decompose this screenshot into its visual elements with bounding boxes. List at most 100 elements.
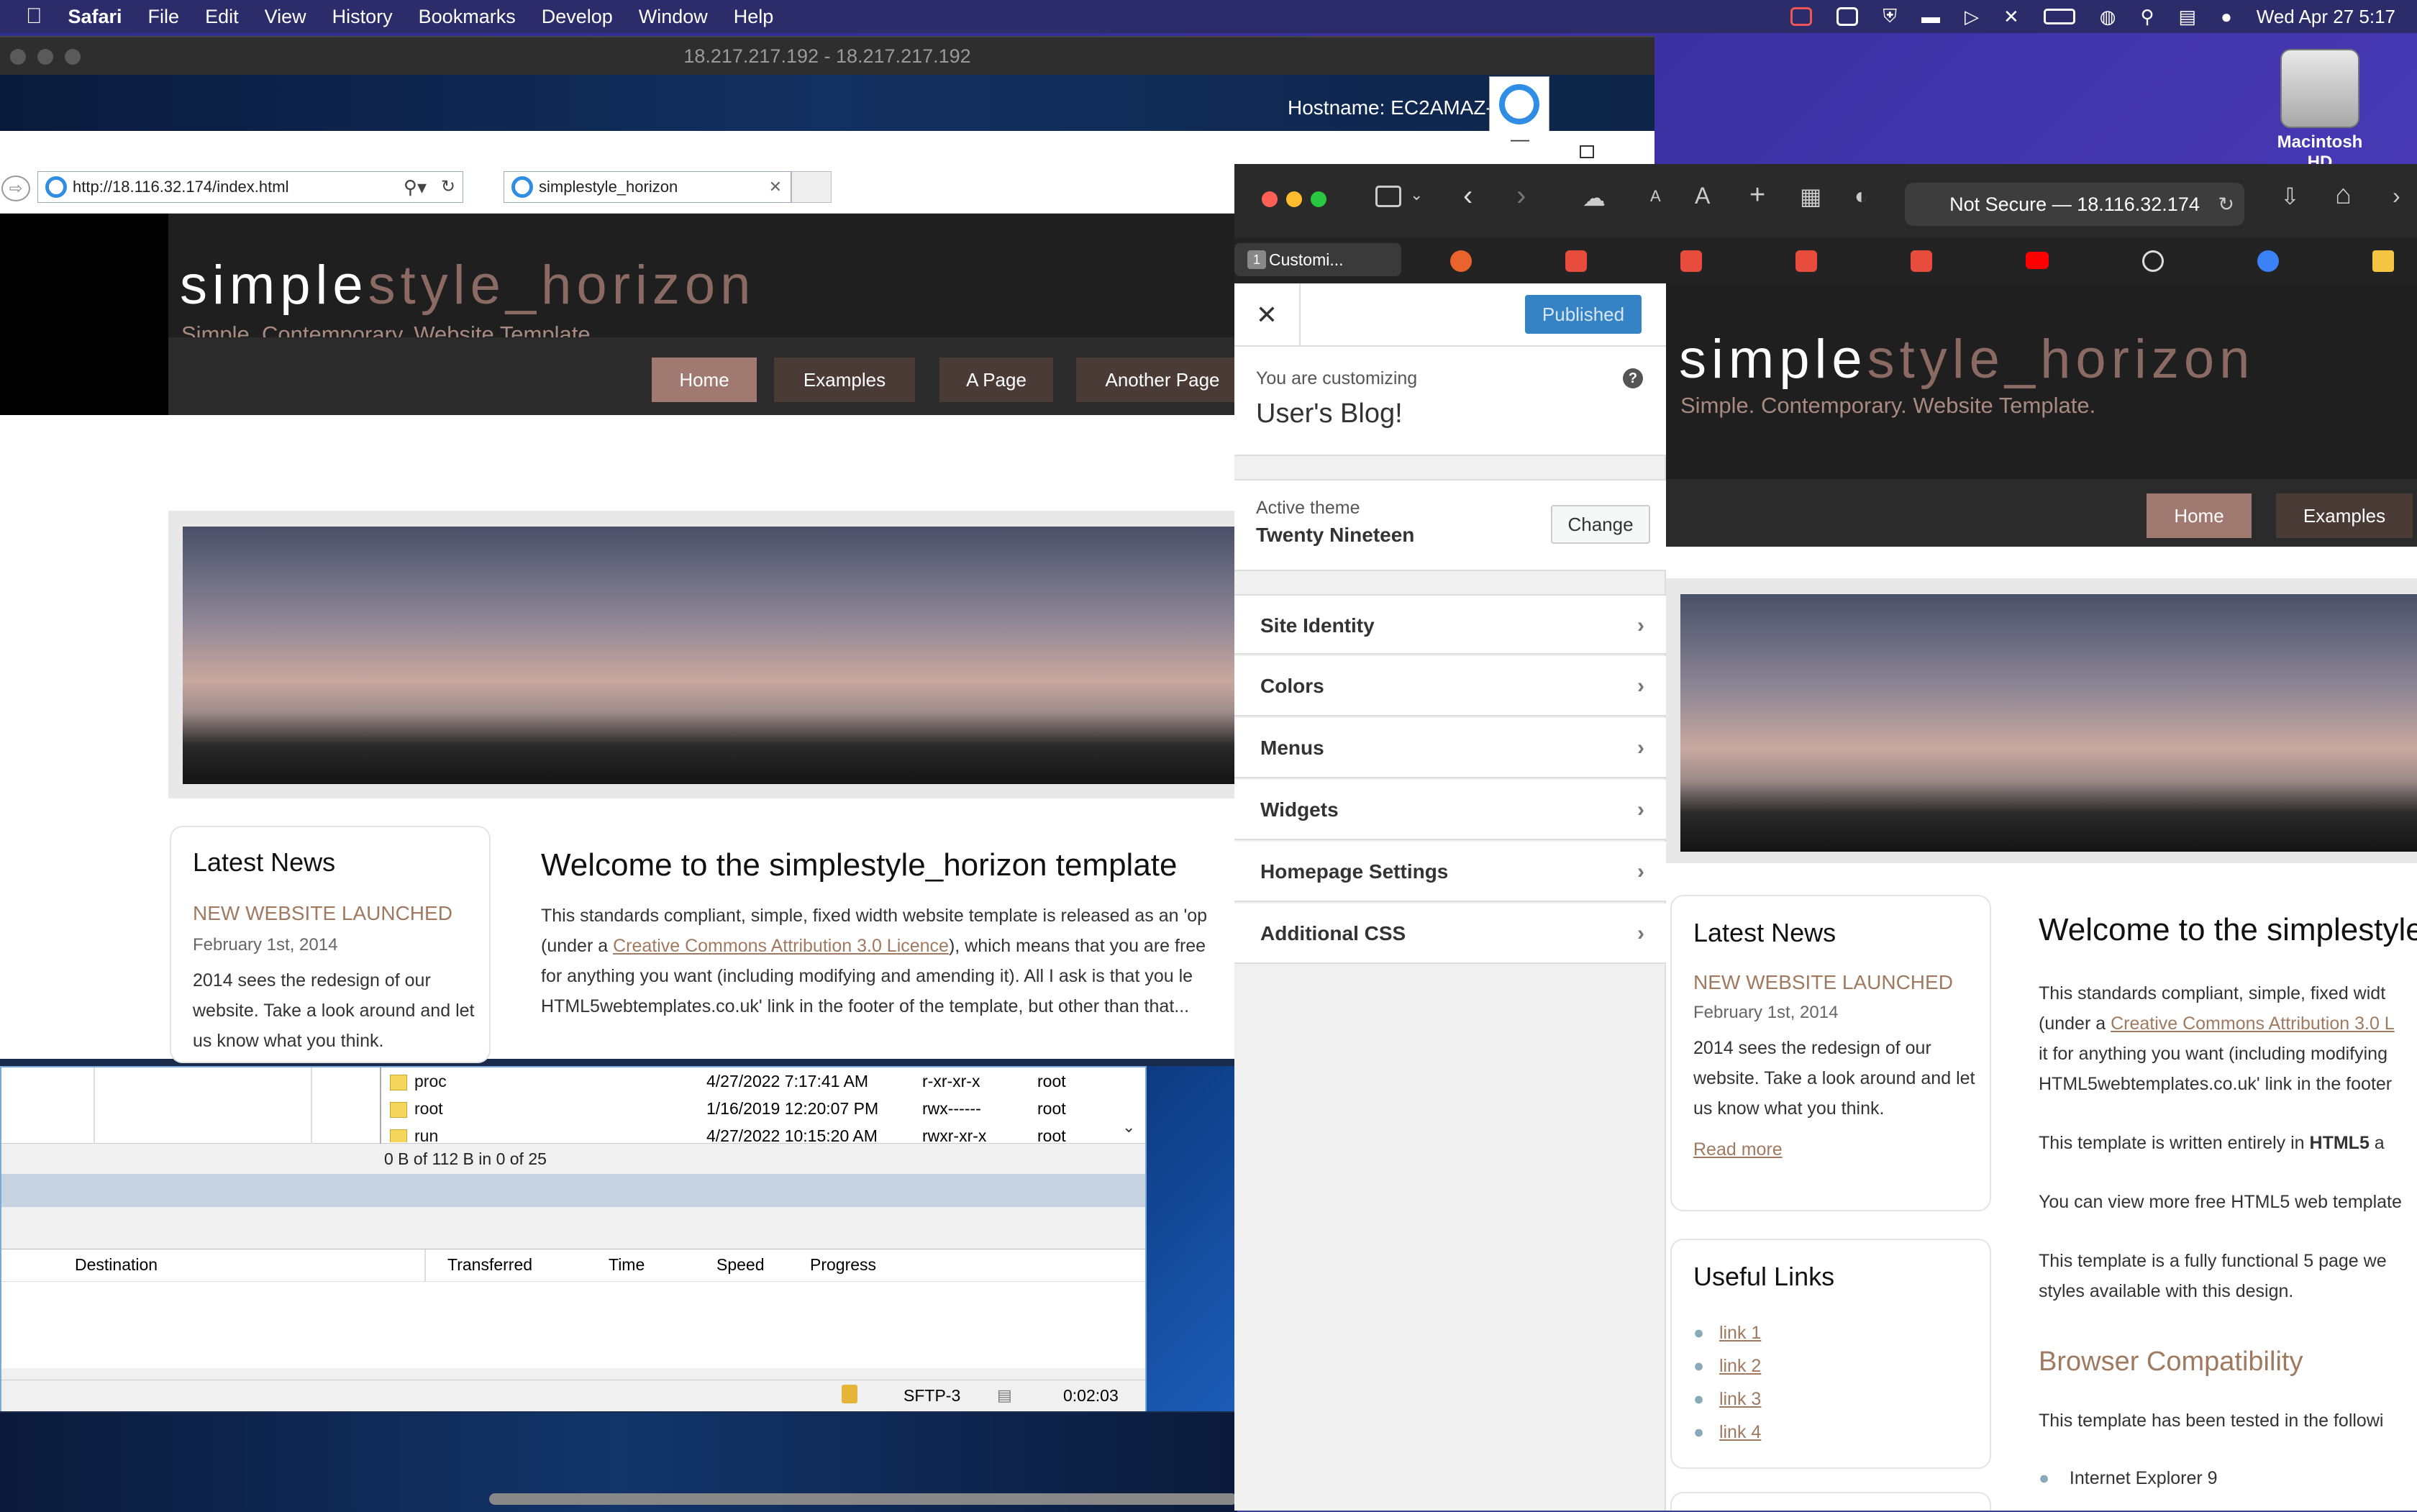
col-transferred[interactable]: Transferred	[447, 1255, 532, 1275]
splitter[interactable]	[1, 1174, 1145, 1207]
reload-icon[interactable]: ↻	[2218, 183, 2234, 226]
help-icon[interactable]: ?	[1623, 368, 1643, 388]
zoom-button[interactable]	[1311, 191, 1326, 207]
section-site-identity[interactable]: Site Identity ›	[1234, 594, 1666, 655]
zoom-button[interactable]	[65, 49, 81, 65]
menu-file[interactable]: File	[148, 6, 180, 28]
minimize-button[interactable]	[37, 49, 53, 65]
site-logo[interactable]: simplestyle_horizon	[180, 254, 755, 316]
shield-half-icon[interactable]: ◐	[1854, 183, 1868, 209]
col-time[interactable]: Time	[609, 1255, 645, 1275]
menu-view[interactable]: View	[265, 6, 306, 28]
grid-app-icon[interactable]	[1836, 7, 1859, 26]
home-icon[interactable]: ⌂	[2335, 180, 2352, 211]
tab-favicon[interactable]	[1565, 250, 1587, 272]
cc-licence-link[interactable]: Creative Commons Attribution 3.0 Licence	[613, 936, 949, 956]
tab-favicon[interactable]	[2257, 250, 2279, 272]
cloud-icon[interactable]: ☁	[1583, 184, 1606, 211]
section-widgets[interactable]: Widgets ›	[1234, 780, 1666, 840]
siri-icon[interactable]: ●	[2221, 6, 2232, 28]
tab-favicon[interactable]	[2372, 250, 2394, 272]
nav-home[interactable]: Home	[652, 357, 757, 402]
shield-icon[interactable]: ⛨	[1883, 5, 1897, 28]
link-2[interactable]: link 2	[1719, 1356, 1761, 1376]
forward-icon[interactable]: ›	[1516, 180, 1526, 212]
file-row[interactable]: root	[390, 1099, 443, 1119]
ie-address-bar[interactable]: http://18.116.32.174/index.html ⚲▾ ↻	[37, 171, 463, 203]
text-smaller-icon[interactable]: A	[1650, 187, 1661, 206]
preview-nav-examples[interactable]: Examples	[2276, 493, 2413, 538]
tab-favicon[interactable]	[1795, 250, 1817, 272]
preview-logo[interactable]: simplestyle_horizon	[1679, 328, 2254, 391]
menu-bookmarks[interactable]: Bookmarks	[419, 6, 516, 28]
nav-another-page[interactable]: Another Page	[1076, 357, 1249, 402]
chevron-down-icon[interactable]: ⌄	[1410, 186, 1423, 204]
menu-develop[interactable]: Develop	[542, 6, 613, 28]
screen-sharing-icon[interactable]	[1790, 7, 1813, 26]
col-progress[interactable]: Progress	[810, 1255, 876, 1275]
menu-history[interactable]: History	[332, 6, 393, 28]
file-row[interactable]: run	[390, 1126, 438, 1142]
section-additional-css[interactable]: Additional CSS ›	[1234, 903, 1666, 964]
battery-icon[interactable]	[2043, 9, 2075, 24]
bluetooth-icon[interactable]: ✕	[2003, 6, 2019, 28]
link-3[interactable]: link 3	[1719, 1389, 1761, 1409]
tab-favicon[interactable]	[1680, 250, 1702, 272]
tab-overview-icon[interactable]: ▦	[1800, 183, 1821, 210]
horizontal-scrollbar[interactable]	[489, 1493, 1237, 1505]
menu-app-name[interactable]: Safari	[68, 6, 122, 28]
menu-edit[interactable]: Edit	[205, 6, 239, 28]
close-button[interactable]	[1262, 191, 1278, 207]
back-icon[interactable]: ‹	[1463, 180, 1472, 212]
text-larger-icon[interactable]: A	[1695, 183, 1710, 209]
close-button[interactable]	[10, 49, 26, 65]
apple-icon[interactable]: 	[26, 4, 42, 29]
section-colors[interactable]: Colors ›	[1234, 656, 1666, 716]
macintosh-hd-drive[interactable]: Macintosh HD	[2266, 49, 2374, 173]
search-icon[interactable]: ⚲	[2140, 6, 2154, 28]
download-icon[interactable]: ⇩	[2280, 183, 2300, 210]
safari-address-bar[interactable]: Not Secure — 18.116.32.174 ↻	[1905, 183, 2244, 226]
bed-icon[interactable]: ▬	[1921, 6, 1940, 28]
preview-nav-home[interactable]: Home	[2147, 493, 2252, 538]
section-menus[interactable]: Menus ›	[1234, 718, 1666, 778]
new-tab-button[interactable]	[791, 171, 832, 203]
menu-window[interactable]: Window	[639, 6, 708, 28]
wifi-icon[interactable]: ◍	[2100, 6, 2116, 28]
duckduckgo-tab-icon[interactable]	[1450, 250, 1472, 272]
maximize-icon[interactable]	[1580, 145, 1594, 158]
close-tab-icon[interactable]: ✕	[769, 172, 782, 202]
col-speed[interactable]: Speed	[716, 1255, 765, 1275]
search-icon[interactable]: ⚲▾	[404, 172, 427, 202]
tab-favicon[interactable]	[1911, 250, 1932, 272]
refresh-icon[interactable]: ↻	[441, 172, 455, 202]
read-more-link[interactable]: Read more	[1693, 1139, 1783, 1160]
youtube-tab-icon[interactable]	[2026, 252, 2049, 269]
change-theme-button[interactable]: Change	[1551, 505, 1650, 544]
scroll-down-icon[interactable]: ⌄	[1122, 1118, 1135, 1137]
nav-a-page[interactable]: A Page	[939, 357, 1053, 402]
more-icon[interactable]: ›	[2393, 183, 2400, 209]
file-row[interactable]: proc	[390, 1072, 447, 1091]
tab-customizer[interactable]: 1 Customi...	[1234, 243, 1401, 276]
minimize-button[interactable]	[1286, 191, 1302, 207]
ie-tab[interactable]: simplestyle_horizon ✕	[504, 171, 791, 203]
menubar-clock[interactable]: Wed Apr 27 5:17	[2257, 6, 2395, 28]
menu-help[interactable]: Help	[734, 6, 774, 28]
link-4[interactable]: link 4	[1719, 1422, 1761, 1442]
play-icon[interactable]: ▷	[1965, 6, 1979, 28]
preview-cc-link[interactable]: Creative Commons Attribution 3.0 L	[2111, 1014, 2395, 1034]
col-destination[interactable]: Destination	[75, 1255, 158, 1275]
section-homepage-settings[interactable]: Homepage Settings ›	[1234, 842, 1666, 902]
minimize-icon[interactable]: —	[1511, 128, 1529, 150]
control-center-icon[interactable]: ▤	[2178, 6, 2196, 28]
published-button[interactable]: Published	[1525, 295, 1642, 334]
new-tab-icon[interactable]: +	[1749, 180, 1765, 211]
link-1[interactable]: link 1	[1719, 1323, 1761, 1343]
ie-icon[interactable]	[1489, 76, 1549, 132]
close-icon[interactable]: ✕	[1234, 283, 1301, 347]
nav-examples[interactable]: Examples	[774, 357, 915, 402]
wordpress-tab-icon[interactable]	[2142, 250, 2164, 272]
sidebar-icon[interactable]	[1375, 186, 1401, 207]
back-arrow-icon[interactable]: ⇨	[1, 176, 30, 201]
